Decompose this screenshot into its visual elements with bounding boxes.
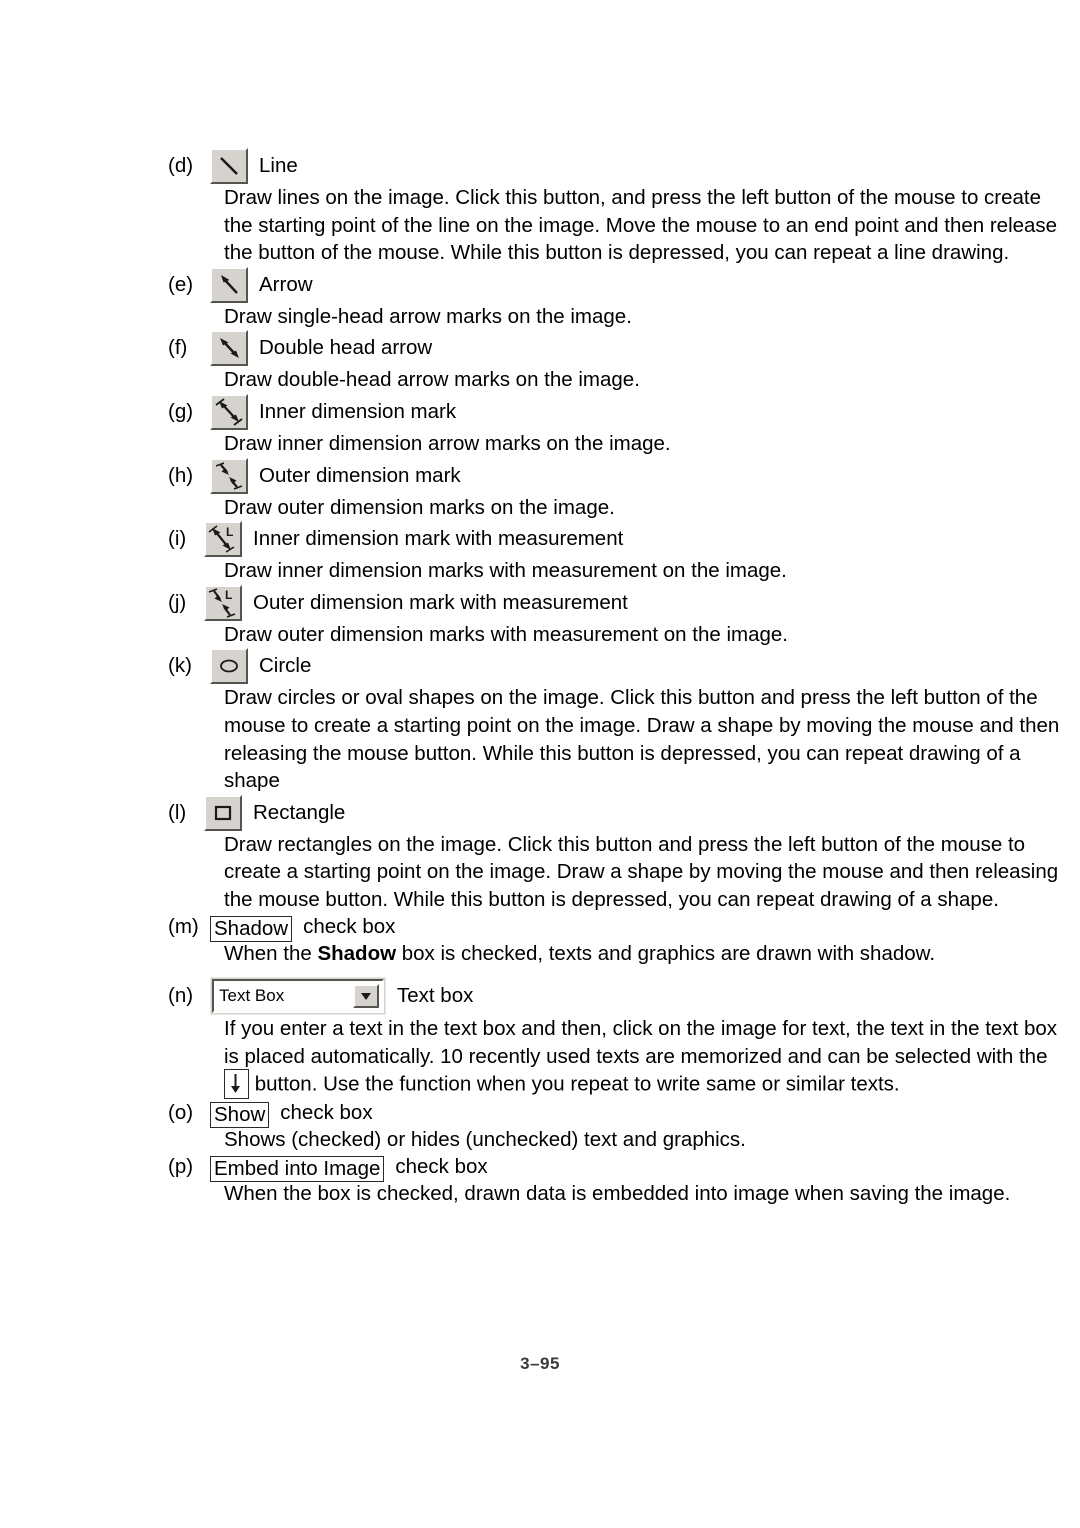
checkbox-suffix: check box: [280, 1101, 373, 1125]
item-label: Line: [259, 154, 298, 177]
text-box-combo[interactable]: Text Box: [211, 978, 385, 1015]
text-box-combo-wrapper: Text Box: [210, 977, 386, 1016]
arrow-tool-icon[interactable]: [210, 266, 248, 303]
item-label: Inner dimension mark: [259, 399, 457, 423]
item-description: Draw inner dimension marks with measurem…: [224, 559, 787, 583]
item-marker: (k): [168, 654, 192, 678]
list-item-arrow: (e) Arrow Draw single-head arrow marks o…: [168, 266, 1020, 331]
item-header: (n) Text Box Text box: [168, 977, 1020, 1016]
item-description: Draw lines on the image. Click this butt…: [224, 186, 1058, 265]
item-marker: (m): [168, 914, 199, 938]
item-marker: (g): [168, 399, 194, 423]
item-label: Text box: [397, 984, 474, 1008]
item-description: When the box is checked, drawn data is e…: [224, 1181, 1011, 1205]
desc-part-1: If you enter a text in the text box and …: [224, 1017, 1058, 1068]
list-item-outer-dimension-mark: (h) Outer dimension mark Draw outer dime…: [168, 457, 1020, 522]
embed-into-image-checkbox-label[interactable]: Embed into Image: [210, 1155, 385, 1182]
list-item-circle: (k) Circle Draw circles or oval shapes o…: [168, 648, 1059, 794]
item-marker: (f): [168, 336, 188, 360]
outer-dimension-mark-measurement-tool-icon[interactable]: L: [204, 584, 242, 621]
item-header: (m) Shadow check box: [168, 914, 1020, 942]
item-label: Outer dimension mark: [259, 463, 461, 487]
desc-bold-keyword: Shadow: [317, 941, 397, 965]
item-description: Draw inner dimension arrow marks on the …: [224, 431, 671, 455]
arrow-down-icon[interactable]: [224, 1069, 249, 1100]
item-marker: (o): [168, 1101, 194, 1125]
checkbox-suffix: check box: [303, 914, 396, 938]
item-marker: (h): [168, 463, 194, 487]
item-header: (i) L Inner dimension mark with measurem…: [168, 521, 1020, 558]
item-description: Draw single-head arrow marks on the imag…: [224, 304, 632, 328]
document-content: (d) Line Draw lines on the image. Click …: [168, 148, 1059, 1208]
list-item-double-head-arrow: (f) Double head arrow Draw double-head a…: [168, 330, 1020, 394]
item-header: (h) Outer dimension mark: [168, 457, 1020, 494]
item-marker: (j): [168, 590, 187, 614]
item-marker: (d): [168, 154, 194, 177]
item-header: (j) L Outer dimension mark with measurem…: [168, 584, 1020, 621]
item-description: Shows (checked) or hides (unchecked) tex…: [224, 1128, 746, 1152]
item-label: Inner dimension mark with measurement: [253, 527, 624, 551]
item-marker: (p): [168, 1154, 194, 1178]
page-number: 3–95: [520, 1354, 560, 1373]
list-item-outer-dimension-mark-measurement: (j) L Outer dimension mark with measurem…: [168, 584, 1020, 649]
item-label: Double head arrow: [259, 336, 433, 360]
item-description: Draw circles or oval shapes on the image…: [224, 686, 1060, 793]
shadow-checkbox-label[interactable]: Shadow: [210, 915, 293, 942]
chevron-down-icon[interactable]: [353, 984, 379, 1009]
item-marker: (l): [168, 800, 187, 824]
list-item-embed-checkbox: (p) Embed into Image check box When the …: [168, 1154, 1020, 1208]
outer-dimension-mark-tool-icon[interactable]: [210, 457, 248, 494]
svg-text:L: L: [225, 588, 232, 602]
line-tool-icon[interactable]: [210, 148, 248, 184]
item-header: (g) Inner dimension mark: [168, 393, 1020, 430]
show-checkbox-label[interactable]: Show: [210, 1102, 270, 1129]
rectangle-tool-icon[interactable]: [204, 794, 242, 831]
list-item-rectangle: (l) Rectangle Draw rectangles on the ima…: [168, 794, 1058, 914]
inner-dimension-mark-tool-icon[interactable]: [210, 393, 248, 430]
list-item-show-checkbox: (o) Show check box Shows (checked) or hi…: [168, 1100, 1020, 1154]
item-label: Circle: [259, 654, 312, 678]
desc-part-2: button. Use the function when you repeat…: [254, 1072, 900, 1096]
item-marker: (e): [168, 272, 194, 296]
item-header: (k) Circle: [168, 648, 1020, 685]
item-header: (o) Show check box: [168, 1100, 1020, 1129]
item-label: Arrow: [259, 272, 313, 296]
item-description: Draw outer dimension marks with measurem…: [224, 622, 788, 646]
inner-dimension-mark-measurement-tool-icon[interactable]: L: [204, 521, 242, 558]
item-marker: (i): [168, 527, 187, 551]
list-item-text-box: (n) Text Box Text box If you enter a tex…: [168, 977, 1057, 1100]
checkbox-suffix: check box: [395, 1154, 488, 1178]
double-head-arrow-tool-icon[interactable]: [210, 330, 248, 367]
item-description: Draw outer dimension marks on the image.: [224, 495, 615, 519]
list-item-line: (d) Line Draw lines on the image. Click …: [168, 148, 1057, 267]
item-label: Outer dimension mark with measurement: [253, 590, 628, 614]
item-description: Draw double-head arrow marks on the imag…: [224, 368, 640, 392]
desc-before: When the: [224, 941, 318, 965]
item-marker: (n): [168, 984, 194, 1008]
item-description: If you enter a text in the text box and …: [168, 1015, 1070, 1100]
item-header: (l) Rectangle: [168, 794, 1020, 831]
list-item-shadow-checkbox: (m) Shadow check box When the Shadow box…: [168, 914, 1020, 968]
list-item-inner-dimension-mark-measurement: (i) L Inner dimension mark with measurem…: [168, 521, 1020, 585]
item-header: (f) Double head arrow: [168, 330, 1020, 367]
text-box-combo-value: Text Box: [219, 986, 285, 1006]
svg-text:L: L: [226, 525, 233, 539]
item-description: When the Shadow box is checked, texts an…: [168, 940, 1020, 968]
item-label: Rectangle: [253, 800, 346, 824]
desc-after: box is checked, texts and graphics are d…: [396, 941, 936, 965]
item-header: (d) Line: [168, 148, 1020, 184]
item-header: (e) Arrow: [168, 266, 1020, 303]
list-item-inner-dimension-mark: (g) Inner dimension mark Draw inner dime…: [168, 393, 1020, 458]
item-header: (p) Embed into Image check box: [168, 1154, 1020, 1182]
item-description: Draw rectangles on the image. Click this…: [224, 832, 1059, 911]
document-page: (d) Line Draw lines on the image. Click …: [0, 0, 1080, 1528]
circle-tool-icon[interactable]: [210, 648, 248, 685]
